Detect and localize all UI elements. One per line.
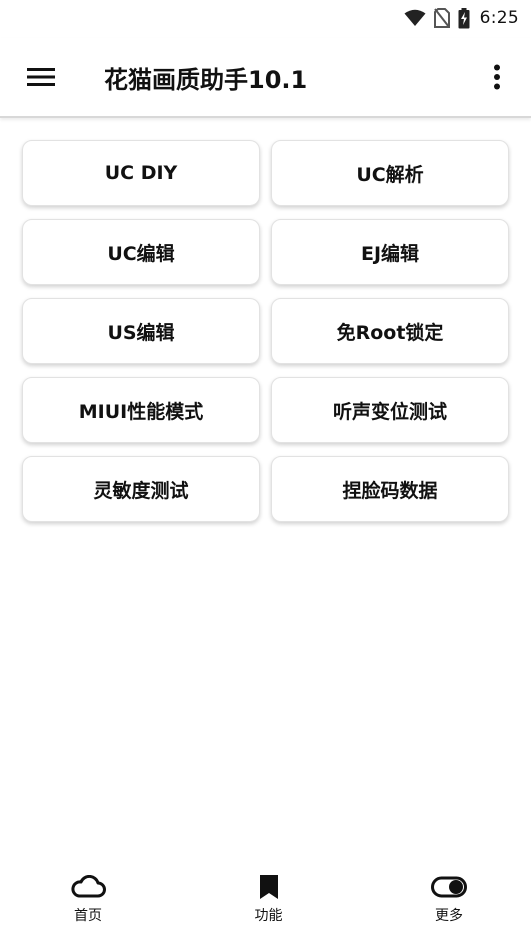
feature-button-no-root-lock[interactable]: 免Root锁定 — [271, 298, 509, 364]
feature-button-uc-edit[interactable]: UC编辑 — [22, 219, 260, 285]
wifi-icon — [404, 9, 426, 27]
feature-button-sound-position-test[interactable]: 听声变位测试 — [271, 377, 509, 443]
clock-time: 6:25 — [479, 8, 519, 28]
toggle-icon — [431, 873, 467, 901]
no-sim-icon — [433, 8, 450, 28]
more-vert-icon — [494, 64, 500, 90]
bookmark-icon — [259, 873, 279, 901]
nav-item-home[interactable]: 首页 — [28, 861, 148, 925]
nav-item-features[interactable]: 功能 — [209, 861, 329, 925]
status-bar: 6:25 — [0, 0, 531, 36]
feature-button-face-code-data[interactable]: 捏脸码数据 — [271, 456, 509, 522]
app-screen: 6:25 花猫画质助手10.1 UC DIY UC解析 UC编辑 EJ编辑 US… — [0, 0, 531, 941]
nav-label-features: 功能 — [254, 908, 283, 924]
overflow-menu-button[interactable] — [475, 50, 519, 104]
nav-label-more: 更多 — [435, 908, 463, 924]
nav-label-home: 首页 — [74, 908, 102, 924]
feature-button-sensitivity-test[interactable]: 灵敏度测试 — [22, 456, 260, 522]
battery-charging-icon — [458, 7, 470, 29]
bottom-navigation: 首页 功能 更多 — [0, 861, 531, 941]
feature-button-uc-diy[interactable]: UC DIY — [22, 140, 260, 206]
feature-grid: UC DIY UC解析 UC编辑 EJ编辑 US编辑 免Root锁定 MIUI性… — [22, 140, 510, 522]
cloud-icon — [70, 873, 106, 901]
hamburger-menu-icon — [27, 68, 55, 86]
feature-button-us-edit[interactable]: US编辑 — [22, 298, 260, 364]
page-title: 花猫画质助手10.1 — [104, 65, 308, 94]
feature-button-uc-parse[interactable]: UC解析 — [271, 140, 509, 206]
feature-button-ej-edit[interactable]: EJ编辑 — [271, 219, 509, 285]
feature-button-miui-performance[interactable]: MIUI性能模式 — [22, 377, 260, 443]
nav-item-more[interactable]: 更多 — [389, 861, 509, 925]
app-bar: 花猫画质助手10.1 — [0, 38, 531, 118]
menu-button[interactable] — [14, 50, 68, 104]
